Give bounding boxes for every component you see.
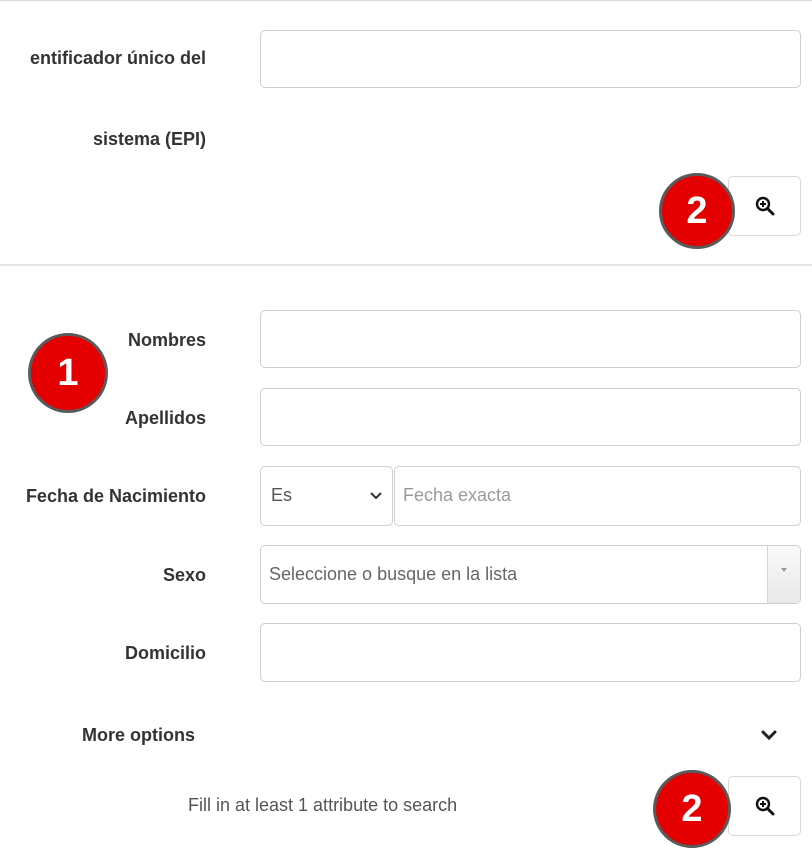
main-search-button[interactable]: [728, 776, 801, 836]
zoom-in-icon: [755, 796, 774, 816]
annotation-badge-2-bottom: 2: [653, 770, 731, 848]
search-hint: Fill in at least 1 attribute to search: [188, 795, 458, 815]
caret-down-icon: [781, 568, 787, 572]
sexo-placeholder: Seleccione o busque en la lista: [269, 564, 518, 584]
apellidos-label: Apellidos: [124, 408, 206, 428]
section-divider: [0, 264, 812, 266]
fecha-nacimiento-label: Fecha de Nacimiento: [25, 486, 206, 506]
epi-label-line1: entificador único del: [29, 48, 206, 68]
nombres-input[interactable]: [260, 310, 801, 368]
sexo-select[interactable]: Seleccione o busque en la lista: [260, 545, 801, 604]
epi-input[interactable]: [260, 30, 801, 88]
domicilio-input[interactable]: [260, 623, 801, 682]
domicilio-label: Domicilio: [124, 643, 206, 663]
sexo-label: Sexo: [162, 565, 206, 585]
more-options-label[interactable]: More options: [82, 725, 195, 746]
chevron-down-icon[interactable]: [760, 729, 778, 741]
top-divider: [0, 0, 812, 1]
fecha-exacta-input[interactable]: Fecha exacta: [394, 466, 801, 526]
sexo-select-toggle[interactable]: [767, 546, 800, 603]
nombres-label: Nombres: [127, 330, 206, 350]
apellidos-input[interactable]: [260, 388, 801, 446]
fecha-exacta-placeholder: Fecha exacta: [403, 485, 512, 505]
annotation-badge-2-top: 2: [659, 173, 735, 249]
fecha-operator-select[interactable]: Es: [260, 466, 393, 526]
epi-label-line2: sistema (EPI): [92, 129, 206, 149]
epi-search-button[interactable]: [728, 176, 801, 236]
chevron-down-icon: [370, 492, 382, 500]
fecha-operator-value: Es: [271, 485, 293, 505]
zoom-in-icon: [755, 196, 774, 216]
